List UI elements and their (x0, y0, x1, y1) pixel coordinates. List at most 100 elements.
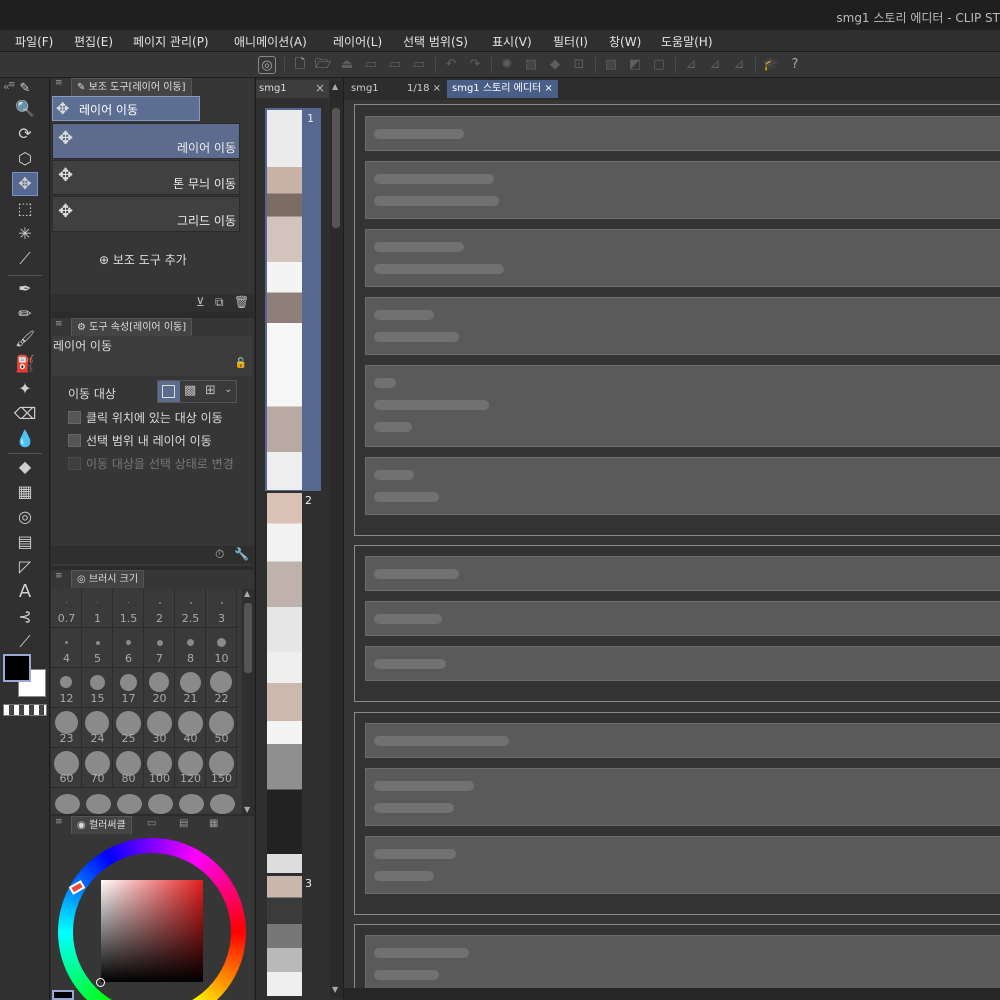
select-target-checkbox[interactable] (68, 457, 81, 470)
busy-icon[interactable]: ✺ (498, 56, 516, 74)
zoom-tool-icon[interactable]: 🔍 (13, 98, 37, 120)
close-icon[interactable]: × (433, 83, 441, 94)
move-target-selector[interactable]: ▩ ⊞ ⌄ (157, 380, 237, 403)
text-block[interactable] (365, 297, 1000, 355)
snap-ruler-icon[interactable]: ⊿ (682, 56, 700, 74)
frame-border-tool-icon[interactable]: ▤ (13, 531, 37, 553)
brush-size-cell[interactable]: 17 (113, 669, 144, 708)
invert-icon[interactable]: ◩ (626, 56, 644, 74)
brush-size-cell[interactable]: 8 (175, 629, 206, 668)
page-tab[interactable]: smg1 × (256, 80, 329, 98)
brush-size-cell[interactable]: 150 (206, 749, 237, 788)
selection-layer-checkbox[interactable] (68, 434, 81, 447)
subtool-item-move-layer[interactable]: ✥ 레이어 이동 (52, 123, 240, 159)
subtool-item-move-grid[interactable]: ✥ 그리드 이동 (52, 196, 240, 232)
color-set-tab-icon[interactable]: ▤ (179, 818, 188, 829)
color-history-tab-icon[interactable]: ▦ (209, 818, 218, 829)
scroll-thumb[interactable] (332, 108, 340, 228)
text-block[interactable] (365, 935, 1000, 995)
tab-page-1-18[interactable]: 1/18 × (402, 80, 446, 98)
brush-size-cell[interactable]: 21 (175, 669, 206, 708)
brush-size-cell[interactable]: 30 (144, 709, 175, 748)
pages-scrollbar[interactable]: ▲ ▼ (330, 82, 342, 998)
text-block[interactable] (365, 646, 1000, 681)
magic-wand-tool-icon[interactable]: ✳ (13, 223, 37, 245)
export-png-icon[interactable]: ▭ (386, 56, 404, 74)
subtool-item-move-tone[interactable]: ✥ 톤 무늬 이동 (52, 160, 240, 195)
menu-filter[interactable]: 필터(I) (553, 33, 588, 50)
menu-file[interactable]: 파일(F) (15, 33, 53, 50)
snap-special-ruler-icon[interactable]: ⊿ (706, 56, 724, 74)
menu-view[interactable]: 표시(V) (492, 33, 532, 50)
export-jpg-icon[interactable]: ▭ (362, 56, 380, 74)
brush-size-cell[interactable]: 5 (82, 629, 113, 668)
brush-size-cell[interactable]: 12 (51, 669, 82, 708)
brush-size-cell[interactable]: 0.7 (51, 589, 82, 628)
brush-size-cell[interactable]: 2.5 (175, 589, 206, 628)
text-block[interactable] (365, 161, 1000, 219)
ruler-tool-icon[interactable]: ◸ (13, 556, 37, 578)
brush-size-tab[interactable]: ◎ 브러시 크기 (71, 570, 145, 588)
brush-size-cell[interactable]: 50 (206, 709, 237, 748)
help-icon[interactable]: ? (786, 56, 804, 74)
brush-size-cell[interactable]: 1 (82, 589, 113, 628)
page-thumbnail[interactable] (267, 876, 302, 996)
brush-size-cell[interactable]: 100 (144, 749, 175, 788)
subtool-tab[interactable]: ✎ 보조 도구[레이어 이동] (71, 78, 192, 96)
brush-size-cell[interactable]: 40 (175, 709, 206, 748)
brush-size-cell[interactable]: 23 (51, 709, 82, 748)
saturation-value-square[interactable] (101, 880, 203, 982)
rotate-tool-icon[interactable]: ⟳ (13, 123, 37, 145)
brush-size-cell[interactable]: 120 (175, 749, 206, 788)
brush-size-cell[interactable]: 22 (206, 669, 237, 708)
learn-icon[interactable]: 🎓 (762, 56, 780, 74)
brush-size-cell[interactable]: 80 (113, 749, 144, 788)
brush-size-cell[interactable]: 4 (51, 629, 82, 668)
scroll-thumb[interactable] (244, 603, 252, 673)
figure-tool-icon[interactable]: ◎ (13, 506, 37, 528)
snap-grid-icon[interactable]: ⊿ (730, 56, 748, 74)
scroll-up-icon[interactable]: ▲ (332, 82, 338, 91)
text-block[interactable] (365, 556, 1000, 591)
transparent-color-swatch[interactable] (3, 704, 47, 716)
balloon-tool-icon[interactable]: ⊰ (13, 606, 37, 628)
crop-icon[interactable]: ⊡ (570, 56, 588, 74)
pencil-tool-icon[interactable]: ✏ (13, 303, 37, 325)
brush-tool-icon[interactable]: 🖌 (13, 328, 37, 350)
click-position-checkbox[interactable] (68, 411, 81, 424)
horizontal-scrollbar[interactable] (344, 988, 1000, 1000)
menu-selection[interactable]: 선택 범위(S) (403, 33, 468, 50)
brush-size-cell[interactable]: 25 (113, 709, 144, 748)
add-subtool-button[interactable]: ⊕ 보조 도구 추가 (99, 251, 187, 268)
page-thumbnail[interactable] (267, 493, 302, 873)
correction-tool-icon[interactable]: ⟋ (13, 631, 37, 653)
wrench-icon[interactable]: 🔧 (234, 547, 249, 561)
save-icon[interactable]: ⏏ (338, 56, 356, 74)
menu-help[interactable]: 도움말(H) (661, 33, 713, 50)
move-layer-tool-icon[interactable]: ✥ (12, 172, 38, 196)
export-psd-icon[interactable]: ▭ (410, 56, 428, 74)
fill-tool-icon[interactable]: ◆ (13, 456, 37, 478)
text-block[interactable] (365, 116, 1000, 151)
open-folder-icon[interactable]: 🗁 (314, 56, 332, 74)
lock-icon[interactable]: 🔓 (235, 358, 247, 369)
redo-icon[interactable]: ↷ (466, 56, 484, 74)
brush-size-cell[interactable]: 7 (144, 629, 175, 668)
gradient-tool-icon[interactable]: ▦ (13, 481, 37, 503)
tone-target-icon[interactable]: ▩ (184, 383, 196, 398)
trash-icon[interactable]: 🗑 (234, 295, 249, 309)
brush-size-cell[interactable]: 24 (82, 709, 113, 748)
text-block[interactable] (365, 365, 1000, 447)
brush-size-cell[interactable]: 60 (51, 749, 82, 788)
undo-icon[interactable]: ↶ (442, 56, 460, 74)
pen-tool-icon[interactable]: ✒ (13, 278, 37, 300)
main-color-swatch[interactable] (3, 654, 31, 682)
brush-size-cell[interactable]: 6 (113, 629, 144, 668)
grid-target-icon[interactable]: ⊞ (205, 383, 216, 398)
subtool-group-tab[interactable]: ✥ 레이어 이동 (52, 96, 200, 121)
new-file-icon[interactable]: 🗋 (291, 56, 309, 74)
text-block[interactable] (365, 768, 1000, 826)
menu-window[interactable]: 창(W) (609, 33, 641, 50)
menu-edit[interactable]: 편집(E) (74, 33, 113, 50)
tool-property-tab[interactable]: ⚙ 도구 속성[레이어 이동] (71, 318, 193, 336)
